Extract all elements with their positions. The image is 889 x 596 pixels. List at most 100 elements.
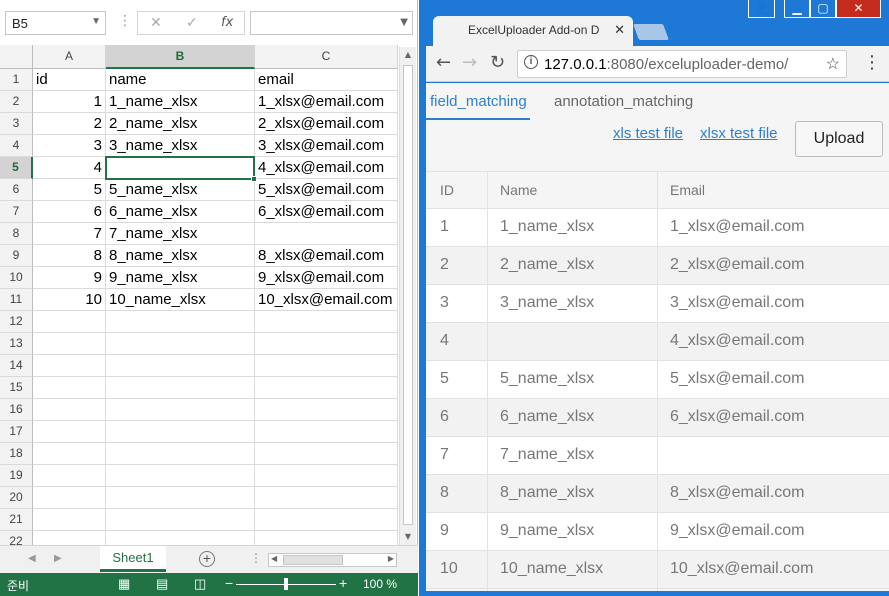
cell[interactable] [255, 223, 398, 245]
menu-icon[interactable]: ⋮ [863, 52, 881, 73]
zoom-out-icon[interactable]: − [225, 575, 233, 591]
vertical-scrollbar[interactable]: ▲ ▼ [399, 47, 416, 545]
cell[interactable]: name [106, 69, 255, 91]
cell[interactable]: 3_xlsx@email.com [255, 135, 398, 157]
row-header[interactable]: 1 [0, 69, 33, 91]
page-layout-icon[interactable]: ▤ [156, 576, 168, 592]
scroll-thumb[interactable] [403, 65, 413, 525]
cell[interactable]: 6_xlsx@email.com [255, 201, 398, 223]
cell[interactable]: 1_xlsx@email.com [255, 91, 398, 113]
cell[interactable] [255, 399, 398, 421]
reload-icon[interactable]: ↻ [490, 52, 505, 73]
row-header[interactable]: 9 [0, 245, 33, 267]
minimize-icon[interactable]: ▁ [784, 0, 810, 18]
column-header[interactable]: C [255, 45, 398, 69]
zoom-slider-knob[interactable] [284, 578, 288, 590]
cell[interactable] [106, 377, 255, 399]
row-header[interactable]: 15 [0, 377, 33, 399]
column-header[interactable]: B [106, 45, 255, 69]
cell[interactable] [255, 311, 398, 333]
cell[interactable]: 9_name_xlsx [106, 267, 255, 289]
cell[interactable] [106, 399, 255, 421]
upload-button[interactable]: Upload [795, 121, 883, 157]
cell[interactable] [33, 355, 106, 377]
page-break-icon[interactable]: ◫ [194, 576, 206, 592]
row-header[interactable]: 17 [0, 421, 33, 443]
cell[interactable]: id [33, 69, 106, 91]
horizontal-scrollbar[interactable]: ◀ ▶ [268, 553, 397, 567]
cell[interactable]: 3 [33, 135, 106, 157]
column-header[interactable]: A [33, 45, 106, 69]
cell[interactable] [255, 509, 398, 531]
row-header[interactable]: 20 [0, 487, 33, 509]
cell[interactable]: 10_name_xlsx [106, 289, 255, 311]
row-header[interactable]: 11 [0, 289, 33, 311]
cell[interactable]: 6 [33, 201, 106, 223]
formula-input[interactable]: ▼ [250, 11, 413, 35]
cell[interactable]: 8_name_xlsx [106, 245, 255, 267]
info-icon[interactable]: i [524, 55, 538, 69]
cell[interactable]: 1_name_xlsx [106, 91, 255, 113]
cell[interactable] [33, 531, 106, 545]
row-header[interactable]: 5 [0, 157, 33, 179]
cell[interactable]: 5_xlsx@email.com [255, 179, 398, 201]
cell[interactable] [106, 157, 255, 179]
next-sheet-icon[interactable]: ▶ [54, 553, 62, 564]
close-tab-icon[interactable]: ✕ [614, 22, 625, 38]
row-header[interactable]: 3 [0, 113, 33, 135]
chevron-down-icon[interactable]: ▼ [91, 16, 101, 27]
cell[interactable]: 6_name_xlsx [106, 201, 255, 223]
row-header[interactable]: 12 [0, 311, 33, 333]
user-icon[interactable]: 👤 [748, 0, 775, 18]
sheet-tab[interactable]: Sheet1 [100, 546, 166, 572]
row-header[interactable]: 13 [0, 333, 33, 355]
cell[interactable]: 1 [33, 91, 106, 113]
cell[interactable] [106, 311, 255, 333]
check-icon[interactable]: ✓ [186, 15, 198, 31]
cell[interactable] [255, 377, 398, 399]
row-header[interactable]: 8 [0, 223, 33, 245]
row-header[interactable]: 22 [0, 531, 33, 545]
cell[interactable] [255, 355, 398, 377]
cell[interactable] [33, 311, 106, 333]
cancel-icon[interactable]: ✕ [150, 15, 162, 31]
cell[interactable]: 3_name_xlsx [106, 135, 255, 157]
cell[interactable]: 2_name_xlsx [106, 113, 255, 135]
chevron-down-icon[interactable]: ▼ [400, 17, 408, 28]
cell[interactable] [33, 465, 106, 487]
cell[interactable] [106, 333, 255, 355]
cell[interactable]: 2_xlsx@email.com [255, 113, 398, 135]
function-icon[interactable]: fx [221, 15, 233, 30]
new-tab-button[interactable] [633, 24, 669, 40]
back-icon[interactable]: ← [436, 52, 451, 73]
cell[interactable]: 9 [33, 267, 106, 289]
cell[interactable] [33, 333, 106, 355]
cell[interactable]: 8 [33, 245, 106, 267]
scroll-left-icon[interactable]: ◀ [271, 554, 277, 563]
row-header[interactable]: 7 [0, 201, 33, 223]
normal-view-icon[interactable]: ▦ [118, 576, 130, 592]
cell[interactable]: 4_xlsx@email.com [255, 157, 398, 179]
row-header[interactable]: 21 [0, 509, 33, 531]
cell[interactable] [255, 421, 398, 443]
cell[interactable] [33, 443, 106, 465]
scroll-thumb[interactable] [283, 555, 343, 565]
row-header[interactable]: 16 [0, 399, 33, 421]
cell[interactable] [106, 443, 255, 465]
add-sheet-icon[interactable]: + [199, 551, 215, 567]
cell[interactable]: 5_name_xlsx [106, 179, 255, 201]
cell[interactable]: email [255, 69, 398, 91]
cell[interactable] [33, 421, 106, 443]
select-all-corner[interactable] [0, 45, 33, 69]
cell[interactable]: 7 [33, 223, 106, 245]
row-header[interactable]: 14 [0, 355, 33, 377]
cell[interactable] [255, 333, 398, 355]
cell[interactable]: 9_xlsx@email.com [255, 267, 398, 289]
row-header[interactable]: 2 [0, 91, 33, 113]
cell[interactable] [106, 465, 255, 487]
address-bar[interactable]: i 127.0.0.1:8080/exceluploader-demo/ ☆ [517, 50, 847, 78]
maximize-icon[interactable]: ▢ [810, 0, 836, 18]
xls-test-file-link[interactable]: xls test file [613, 125, 683, 142]
forward-icon[interactable]: → [462, 52, 477, 73]
cell[interactable]: 10_xlsx@email.com [255, 289, 398, 311]
